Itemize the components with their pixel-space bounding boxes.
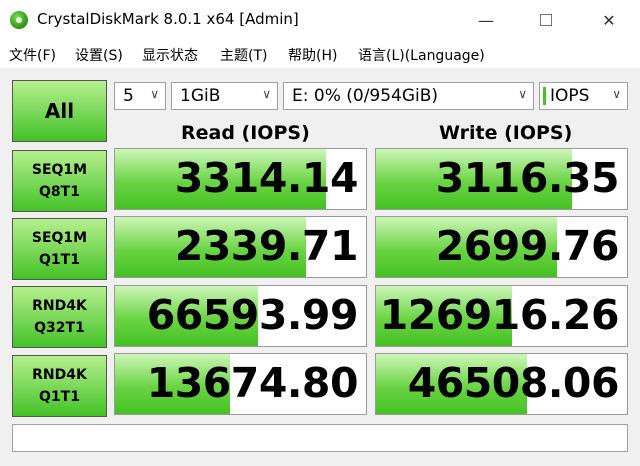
read-result: 66593.99 bbox=[114, 285, 367, 347]
test-queue: Q8T1 bbox=[39, 184, 80, 200]
close-button[interactable]: ✕ bbox=[578, 0, 640, 40]
write-value: 3116.35 bbox=[435, 154, 620, 202]
menu-theme[interactable]: 主题(T) bbox=[220, 45, 267, 65]
maximize-icon bbox=[540, 14, 552, 26]
write-value: 126916.26 bbox=[379, 291, 620, 339]
chevron-down-icon: ∨ bbox=[518, 87, 527, 101]
run-all-button[interactable]: All bbox=[12, 80, 107, 142]
menu-display[interactable]: 显示状态 bbox=[142, 45, 198, 65]
test-count-select[interactable]: 5 ∨ bbox=[114, 82, 166, 110]
test-name: RND4K bbox=[32, 298, 87, 314]
app-disk-icon bbox=[10, 11, 28, 29]
test-size-value: 1GiB bbox=[180, 86, 221, 106]
menu-file[interactable]: 文件(F) bbox=[9, 45, 56, 65]
units-indicator bbox=[543, 87, 546, 105]
write-result: 126916.26 bbox=[375, 285, 628, 347]
read-result: 2339.71 bbox=[114, 216, 367, 278]
write-result: 46508.06 bbox=[375, 353, 628, 415]
read-value: 2339.71 bbox=[174, 222, 359, 270]
drive-select[interactable]: E: 0% (0/954GiB) ∨ bbox=[283, 82, 534, 110]
chevron-down-icon: ∨ bbox=[612, 87, 621, 101]
read-result: 13674.80 bbox=[114, 353, 367, 415]
write-result: 3116.35 bbox=[375, 148, 628, 210]
chevron-down-icon: ∨ bbox=[150, 87, 159, 101]
test-queue: Q1T1 bbox=[39, 389, 80, 405]
minimize-button[interactable]: — bbox=[455, 0, 517, 40]
test-name: SEQ1M bbox=[31, 162, 88, 178]
maximize-button[interactable] bbox=[515, 0, 577, 40]
read-value: 66593.99 bbox=[146, 291, 359, 339]
drive-value: E: 0% (0/954GiB) bbox=[292, 86, 439, 106]
title-bar: CrystalDiskMark 8.0.1 x64 [Admin] — ✕ bbox=[0, 0, 640, 40]
test-name: SEQ1M bbox=[31, 230, 88, 246]
window-title: CrystalDiskMark 8.0.1 x64 [Admin] bbox=[37, 10, 299, 28]
status-field bbox=[12, 424, 628, 452]
test-seq1m-q1t1-button[interactable]: SEQ1M Q1T1 bbox=[12, 218, 107, 280]
benchmark-panel: All 5 ∨ 1GiB ∨ E: 0% (0/954GiB) ∨ IOPS ∨… bbox=[0, 68, 640, 466]
test-rnd4k-q1t1-button[interactable]: RND4K Q1T1 bbox=[12, 355, 107, 417]
read-column-header: Read (IOPS) bbox=[181, 122, 310, 144]
test-count-value: 5 bbox=[123, 86, 134, 106]
test-size-select[interactable]: 1GiB ∨ bbox=[171, 82, 278, 110]
test-seq1m-q8t1-button[interactable]: SEQ1M Q8T1 bbox=[12, 150, 107, 212]
menu-language[interactable]: 语言(L)(Language) bbox=[358, 45, 485, 65]
test-rnd4k-q32t1-button[interactable]: RND4K Q32T1 bbox=[12, 286, 107, 348]
read-result: 3314.14 bbox=[114, 148, 367, 210]
write-result: 2699.76 bbox=[375, 216, 628, 278]
test-queue: Q32T1 bbox=[34, 320, 85, 336]
write-column-header: Write (IOPS) bbox=[439, 122, 573, 144]
test-queue: Q1T1 bbox=[39, 252, 80, 268]
menu-settings[interactable]: 设置(S) bbox=[75, 45, 123, 65]
write-value: 2699.76 bbox=[435, 222, 620, 270]
read-value: 3314.14 bbox=[174, 154, 359, 202]
chevron-down-icon: ∨ bbox=[262, 87, 271, 101]
write-value: 46508.06 bbox=[407, 359, 620, 407]
units-value: IOPS bbox=[550, 86, 590, 106]
test-name: RND4K bbox=[32, 367, 87, 383]
units-select[interactable]: IOPS ∨ bbox=[539, 82, 628, 110]
menu-help[interactable]: 帮助(H) bbox=[288, 45, 337, 65]
read-value: 13674.80 bbox=[146, 359, 359, 407]
menu-bar: 文件(F) 设置(S) 显示状态 主题(T) 帮助(H) 语言(L)(Langu… bbox=[0, 40, 640, 68]
